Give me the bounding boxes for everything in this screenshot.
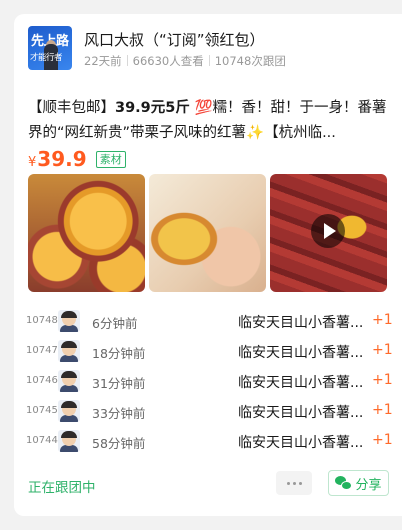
status-text: 正在跟团中: [28, 480, 96, 496]
buyer-avatar: [58, 400, 80, 422]
more-button[interactable]: [276, 471, 312, 495]
order-time: 33分钟前: [92, 406, 146, 421]
photo-sweet-potato-halves[interactable]: [28, 174, 145, 292]
share-button[interactable]: 分享: [328, 470, 389, 496]
order-row[interactable]: 10748 6分钟前 临安天目山小香薯... +1: [26, 306, 402, 336]
material-tag[interactable]: 素材: [95, 150, 126, 168]
buyer-avatar: [58, 310, 80, 332]
order-row[interactable]: 10746 31分钟前 临安天目山小香薯... +1: [26, 366, 402, 396]
photo-sweet-potato-pile[interactable]: [270, 174, 387, 292]
order-time: 18分钟前: [92, 346, 146, 361]
posted-time: 22天前: [84, 54, 122, 68]
order-quantity: +1: [372, 402, 393, 418]
order-number: 10748: [26, 315, 58, 326]
order-product: 临安天目山小香薯...: [238, 345, 364, 361]
product-description[interactable]: 【顺丰包邮】39.9元5斤 💯糯！香！甜！于一身！番薯界的“网红新贵”带栗子风味…: [28, 96, 390, 146]
order-row[interactable]: 10745 33分钟前 临安天目山小香薯... +1: [26, 396, 402, 426]
order-quantity: +1: [372, 372, 393, 388]
header: 先上路 才能行者 风口大叔（“订阅”领红包） 22天前 66630人查看 10748…: [28, 26, 402, 82]
share-label: 分享: [355, 477, 382, 493]
order-row[interactable]: 10744 58分钟前 临安天目山小香薯... +1: [26, 426, 402, 456]
buyer-avatar: [58, 430, 80, 452]
order-quantity: +1: [372, 312, 393, 328]
avatar-subtext: 才能行者: [30, 53, 63, 63]
order-time: 31分钟前: [92, 376, 146, 391]
play-icon[interactable]: [311, 214, 345, 248]
order-quantity: +1: [372, 432, 393, 448]
order-number: 10747: [26, 345, 58, 356]
order-number: 10744: [26, 435, 58, 446]
order-product: 临安天目山小香薯...: [238, 405, 364, 421]
buyer-avatar: [58, 340, 80, 362]
photo-sweet-potato-peeled[interactable]: [149, 174, 266, 292]
group-title[interactable]: 风口大叔（“订阅”领红包）: [84, 29, 265, 50]
product-photos: [28, 174, 388, 292]
wechat-icon: [335, 476, 353, 490]
order-product: 临安天目山小香薯...: [238, 375, 364, 391]
join-count: 10748次跟团: [214, 54, 286, 68]
order-list: 10748 6分钟前 临安天目山小香薯... +1 10747 18分钟前 临安天目山小香薯…: [26, 306, 402, 456]
price: ¥39.9: [28, 147, 87, 171]
order-number: 10745: [26, 405, 58, 416]
divider: [208, 55, 210, 66]
order-product: 临安天目山小香薯...: [238, 315, 364, 331]
order-row[interactable]: 10747 18分钟前 临安天目山小香薯... +1: [26, 336, 402, 366]
group-meta: 22天前 66630人查看 10748次跟团: [84, 53, 286, 69]
price-row: ¥39.9 素材: [28, 147, 126, 173]
order-time: 6分钟前: [92, 316, 138, 331]
order-time: 58分钟前: [92, 436, 146, 451]
view-count: 66630人查看: [132, 54, 204, 68]
divider: [126, 55, 128, 66]
group-buy-card[interactable]: 先上路 才能行者 风口大叔（“订阅”领红包） 22天前 66630人查看 10748…: [14, 14, 402, 516]
order-product: 临安天目山小香薯...: [238, 435, 364, 451]
order-number: 10746: [26, 375, 58, 386]
order-quantity: +1: [372, 342, 393, 358]
buyer-avatar: [58, 370, 80, 392]
group-avatar[interactable]: 先上路 才能行者: [28, 26, 72, 70]
